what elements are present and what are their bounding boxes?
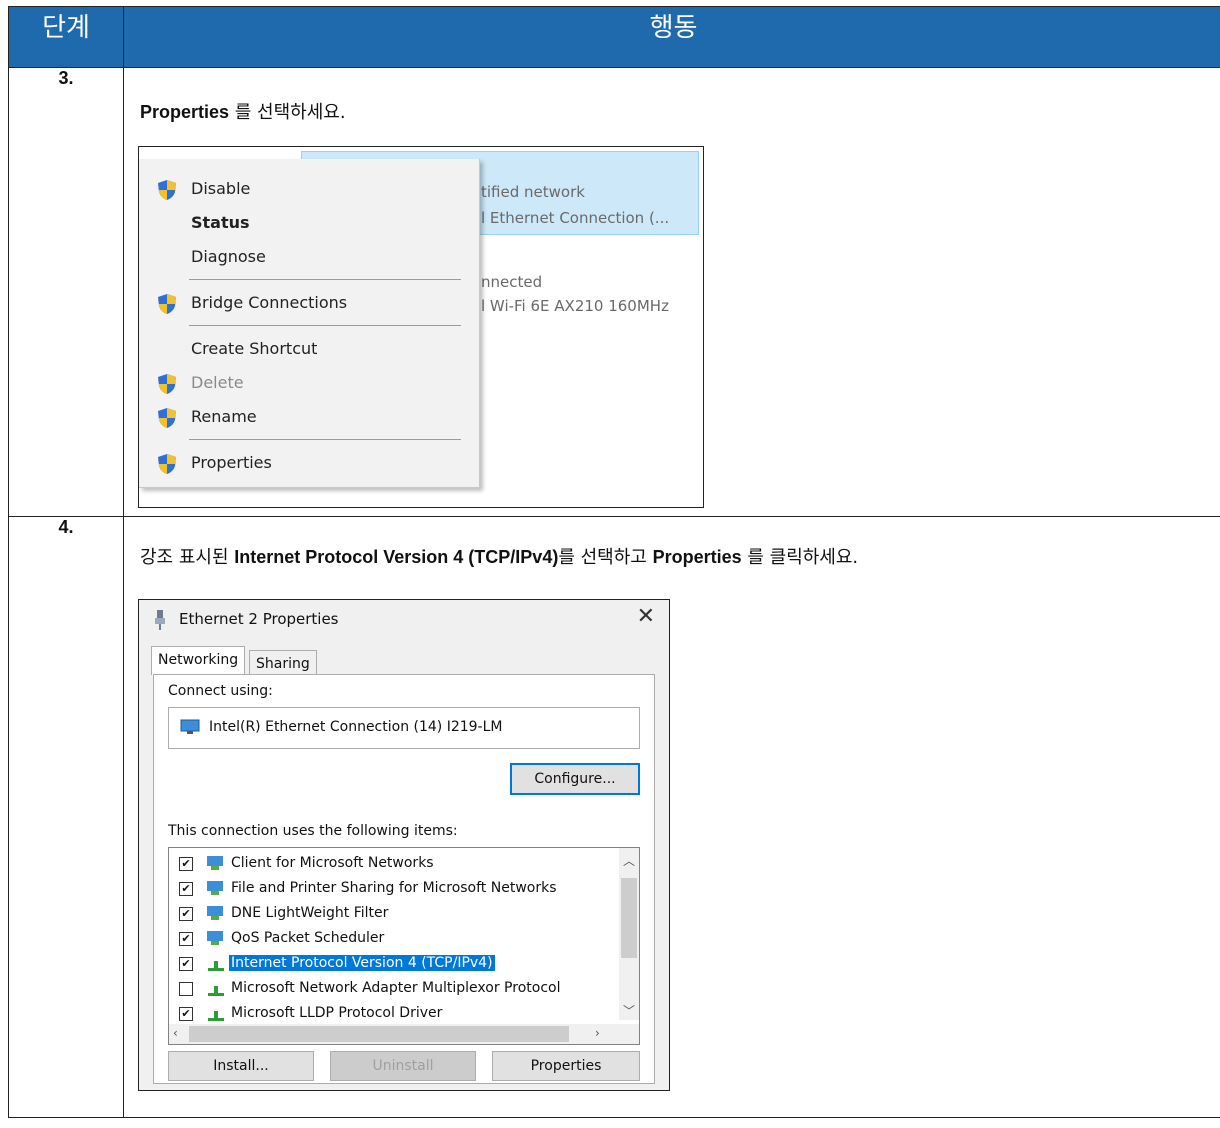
network-client-icon	[207, 856, 223, 870]
menu-item-delete: Delete	[191, 373, 244, 392]
list-item-label: Client for Microsoft Networks	[231, 855, 434, 871]
step-number: 4.	[8, 516, 124, 1118]
checkbox[interactable]	[179, 982, 193, 996]
header-action: 행동	[123, 6, 1220, 68]
step-row: 4. 강조 표시된 Internet Protocol Version 4 (T…	[8, 516, 1220, 1118]
close-icon[interactable]: ✕	[637, 604, 655, 629]
menu-item-rename[interactable]: Rename	[191, 407, 257, 426]
checkbox[interactable]: ✔	[179, 1007, 193, 1021]
list-item[interactable]: ✔ Microsoft LLDP Protocol Driver	[169, 1002, 609, 1026]
list-item[interactable]: ✔ Client for Microsoft Networks	[169, 852, 609, 876]
tab-sharing[interactable]: Sharing	[249, 650, 317, 675]
scroll-thumb[interactable]	[621, 878, 637, 958]
network-service-icon	[207, 931, 223, 945]
connect-using-label: Connect using:	[168, 683, 273, 699]
checkbox[interactable]: ✔	[179, 857, 193, 871]
list-item-label: QoS Packet Scheduler	[231, 930, 385, 946]
header-row: 단계 행동	[8, 6, 1220, 68]
context-menu-screenshot: et tified network l Ethernet Connection …	[138, 146, 704, 508]
list-item-label: Microsoft Network Adapter Multiplexor Pr…	[231, 980, 561, 996]
network-adapter-icon	[155, 610, 165, 630]
properties-button[interactable]: Properties	[492, 1051, 640, 1081]
list-item-label: DNE LightWeight Filter	[231, 905, 389, 921]
list-item[interactable]: ✔ File and Printer Sharing for Microsoft…	[169, 877, 609, 901]
scroll-left-icon[interactable]: ‹	[173, 1026, 178, 1040]
list-item[interactable]: ✔ DNE LightWeight Filter	[169, 902, 609, 926]
menu-item-create-shortcut[interactable]: Create Shortcut	[191, 339, 317, 358]
shield-icon	[158, 374, 176, 394]
tab-networking[interactable]: Networking	[151, 646, 246, 675]
shield-icon	[158, 294, 176, 314]
bg-text: nnected	[481, 273, 543, 291]
menu-item-diagnose[interactable]: Diagnose	[191, 247, 266, 266]
menu-separator	[189, 279, 461, 280]
checkbox[interactable]: ✔	[179, 907, 193, 921]
networking-panel: Connect using: Intel(R) Ethernet Connect…	[153, 674, 655, 1084]
list-item[interactable]: Microsoft Network Adapter Multiplexor Pr…	[169, 977, 609, 1001]
protocol-icon	[208, 961, 224, 971]
scroll-down-icon[interactable]: ﹀	[623, 1002, 635, 1019]
bg-text: l Ethernet Connection (...	[481, 209, 670, 227]
network-service-icon	[207, 906, 223, 920]
protocol-icon	[208, 1011, 224, 1021]
steps-table: 단계 행동 3. Properties 를 선택하세요. et tified n…	[8, 6, 1220, 1118]
list-item-label: Microsoft LLDP Protocol Driver	[231, 1005, 443, 1021]
list-item-label: Internet Protocol Version 4 (TCP/IPv4)	[229, 955, 495, 971]
step-action: Properties 를 선택하세요. et tified network l …	[123, 67, 1220, 517]
step-row: 3. Properties 를 선택하세요. et tified network…	[8, 67, 1220, 517]
uninstall-button: Uninstall	[330, 1051, 476, 1081]
scroll-thumb[interactable]	[189, 1026, 569, 1042]
checkbox[interactable]: ✔	[179, 957, 193, 971]
network-card-icon	[180, 719, 200, 734]
menu-item-disable[interactable]: Disable	[191, 179, 250, 198]
shield-icon	[158, 408, 176, 428]
install-button[interactable]: Install...	[168, 1051, 314, 1081]
menu-separator	[189, 439, 461, 440]
protocol-icon	[208, 986, 224, 996]
menu-item-bridge-connections[interactable]: Bridge Connections	[191, 293, 347, 312]
shield-icon	[158, 454, 176, 474]
checkbox[interactable]: ✔	[179, 882, 193, 896]
instruction: Properties 를 선택하세요.	[140, 102, 346, 123]
configure-button[interactable]: Configure...	[510, 763, 640, 795]
list-item[interactable]: ✔ QoS Packet Scheduler	[169, 927, 609, 951]
shield-icon	[158, 180, 176, 200]
bg-text: l Wi-Fi 6E AX210 160MHz	[481, 297, 669, 315]
adapter-field: Intel(R) Ethernet Connection (14) I219-L…	[168, 707, 640, 749]
context-menu: Disable Status Diagnose Bridge Connectio…	[139, 159, 480, 488]
scroll-up-icon[interactable]: ︿	[623, 852, 635, 869]
vertical-scrollbar[interactable]: ︿ ﹀	[619, 848, 639, 1020]
components-list[interactable]: ✔ Client for Microsoft Networks ✔ File a…	[168, 847, 640, 1045]
header-step: 단계	[8, 6, 124, 68]
step-number: 3.	[8, 67, 124, 517]
bg-text: tified network	[481, 183, 585, 201]
instruction: 강조 표시된 Internet Protocol Version 4 (TCP/…	[140, 547, 859, 568]
adapter-name: Intel(R) Ethernet Connection (14) I219-L…	[209, 719, 503, 735]
scroll-right-icon[interactable]: ›	[595, 1026, 600, 1040]
list-item-selected[interactable]: ✔ Internet Protocol Version 4 (TCP/IPv4)	[169, 952, 609, 976]
menu-item-status[interactable]: Status	[191, 213, 250, 232]
step-action: 강조 표시된 Internet Protocol Version 4 (TCP/…	[123, 516, 1220, 1118]
menu-item-properties[interactable]: Properties	[191, 453, 272, 472]
list-item-label: File and Printer Sharing for Microsoft N…	[231, 880, 557, 896]
horizontal-scrollbar[interactable]: ‹ ›	[169, 1024, 639, 1044]
items-label: This connection uses the following items…	[168, 823, 458, 839]
ethernet-properties-dialog: Ethernet 2 Properties ✕ Networking Shari…	[138, 599, 670, 1091]
menu-separator	[189, 325, 461, 326]
network-service-icon	[207, 881, 223, 895]
dialog-title: Ethernet 2 Properties	[179, 610, 339, 628]
checkbox[interactable]: ✔	[179, 932, 193, 946]
